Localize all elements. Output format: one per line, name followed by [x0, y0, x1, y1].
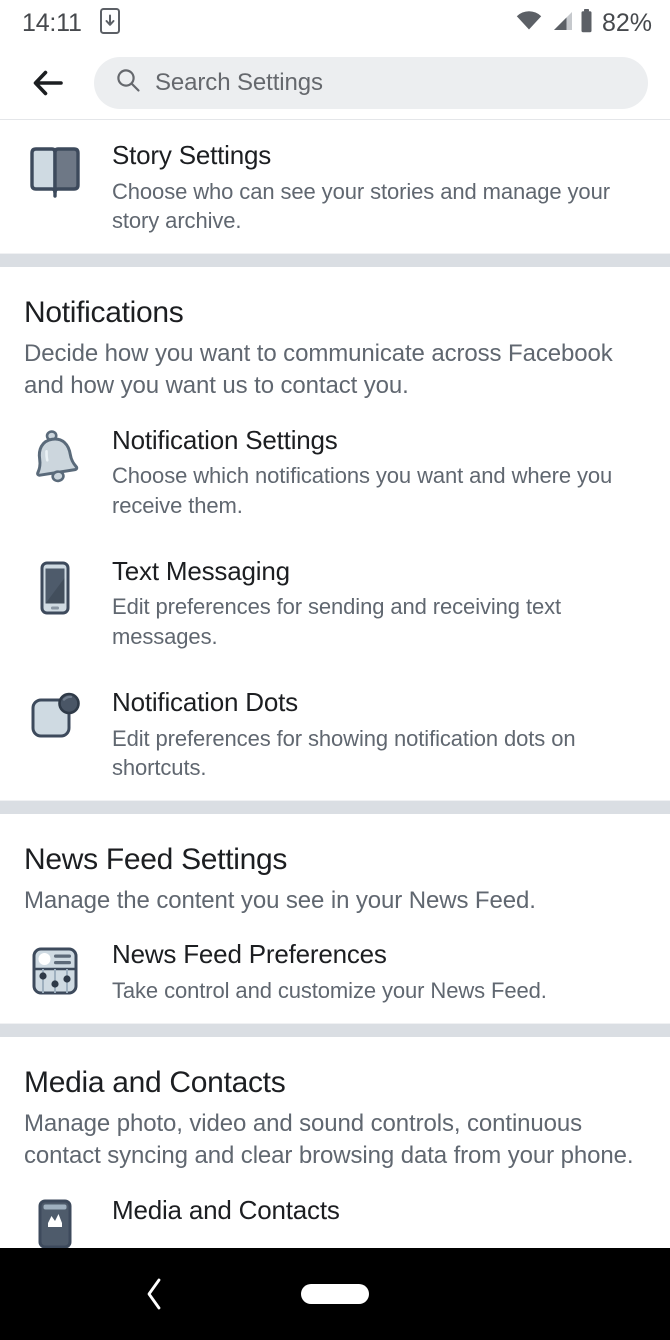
media-contacts-icon: [24, 1195, 86, 1255]
section-media-contacts: Media and Contacts Manage photo, video a…: [0, 1037, 670, 1273]
news-feed-card-icon: [24, 939, 86, 999]
section-notifications: Notifications Decide how you want to com…: [0, 267, 670, 801]
status-clock: 14:11: [22, 8, 82, 37]
section-title: Notifications: [24, 296, 184, 330]
smartphone-icon: [24, 556, 86, 616]
chevron-left-icon: [147, 1278, 161, 1310]
section-title: Media and Contacts: [24, 1066, 286, 1100]
back-arrow-icon: [33, 70, 63, 95]
search-input[interactable]: Search Settings: [94, 56, 648, 109]
section-header-notifications: Notifications Decide how you want to com…: [0, 267, 670, 402]
section-news-feed: News Feed Settings Manage the content yo…: [0, 814, 670, 1024]
row-subtitle: Choose which notifications you want and …: [112, 463, 613, 518]
nav-home-indicator[interactable]: [301, 1284, 369, 1304]
phone-download-icon: [99, 7, 120, 39]
section-story: Story Settings Choose who can see your s…: [0, 120, 670, 254]
status-bar: 14:11 82%: [0, 0, 670, 46]
row-title: Text Messaging: [112, 555, 290, 586]
section-subtitle: Decide how you want to communicate acros…: [24, 340, 613, 400]
row-text: News Feed Preferences Take control and c…: [86, 939, 646, 1005]
phone-screen: 14:11 82% Search Settings Story Settings…: [0, 0, 670, 1340]
section-divider: [0, 1023, 670, 1038]
row-title: Media and Contacts: [112, 1194, 340, 1225]
notification-dot-icon: [24, 687, 86, 747]
search-header: Search Settings: [0, 46, 670, 120]
row-subtitle: Edit preferences for showing notificatio…: [112, 725, 576, 780]
row-text: Notification Dots Edit preferences for s…: [86, 687, 646, 782]
cellular-signal-icon: [549, 11, 573, 36]
row-subtitle: Take control and customize your News Fee…: [112, 978, 547, 1004]
row-text-messaging[interactable]: Text Messaging Edit preferences for send…: [0, 538, 670, 669]
battery-percent-label: 82%: [601, 8, 652, 37]
section-header-media-contacts: Media and Contacts Manage photo, video a…: [0, 1037, 670, 1172]
wifi-icon: [516, 10, 542, 36]
status-bar-left: 14:11: [22, 7, 120, 39]
row-text: Notification Settings Choose which notif…: [86, 425, 646, 520]
search-placeholder-text: Search Settings: [155, 68, 323, 96]
row-title: Notification Dots: [112, 686, 298, 717]
section-divider: [0, 800, 670, 815]
row-title: Notification Settings: [112, 424, 338, 455]
status-bar-right: 82%: [516, 8, 652, 38]
row-title: News Feed Preferences: [112, 939, 387, 970]
row-story-settings[interactable]: Story Settings Choose who can see your s…: [0, 120, 670, 253]
row-subtitle: Choose who can see your stories and mana…: [112, 178, 610, 233]
back-button[interactable]: [24, 59, 72, 107]
system-navigation-bar: [0, 1248, 670, 1340]
search-icon: [116, 68, 141, 98]
row-subtitle: Edit preferences for sending and receivi…: [112, 594, 562, 649]
section-divider: [0, 253, 670, 268]
row-title: Story Settings: [112, 140, 272, 170]
nav-back-button[interactable]: [133, 1272, 177, 1316]
section-subtitle: Manage photo, video and sound controls, …: [24, 1110, 634, 1170]
section-subtitle: Manage the content you see in your News …: [24, 887, 536, 915]
battery-icon: [580, 8, 593, 38]
section-header-news-feed: News Feed Settings Manage the content yo…: [0, 814, 670, 917]
row-text: Text Messaging Edit preferences for send…: [86, 556, 646, 651]
row-text: Story Settings Choose who can see your s…: [86, 140, 646, 235]
row-notification-settings[interactable]: Notification Settings Choose which notif…: [0, 403, 670, 538]
section-title: News Feed Settings: [24, 843, 288, 877]
row-news-feed-preferences[interactable]: News Feed Preferences Take control and c…: [0, 917, 670, 1023]
bell-icon: [24, 425, 86, 485]
book-icon: [24, 140, 86, 200]
row-notification-dots[interactable]: Notification Dots Edit preferences for s…: [0, 669, 670, 800]
row-text: Media and Contacts: [86, 1195, 646, 1227]
